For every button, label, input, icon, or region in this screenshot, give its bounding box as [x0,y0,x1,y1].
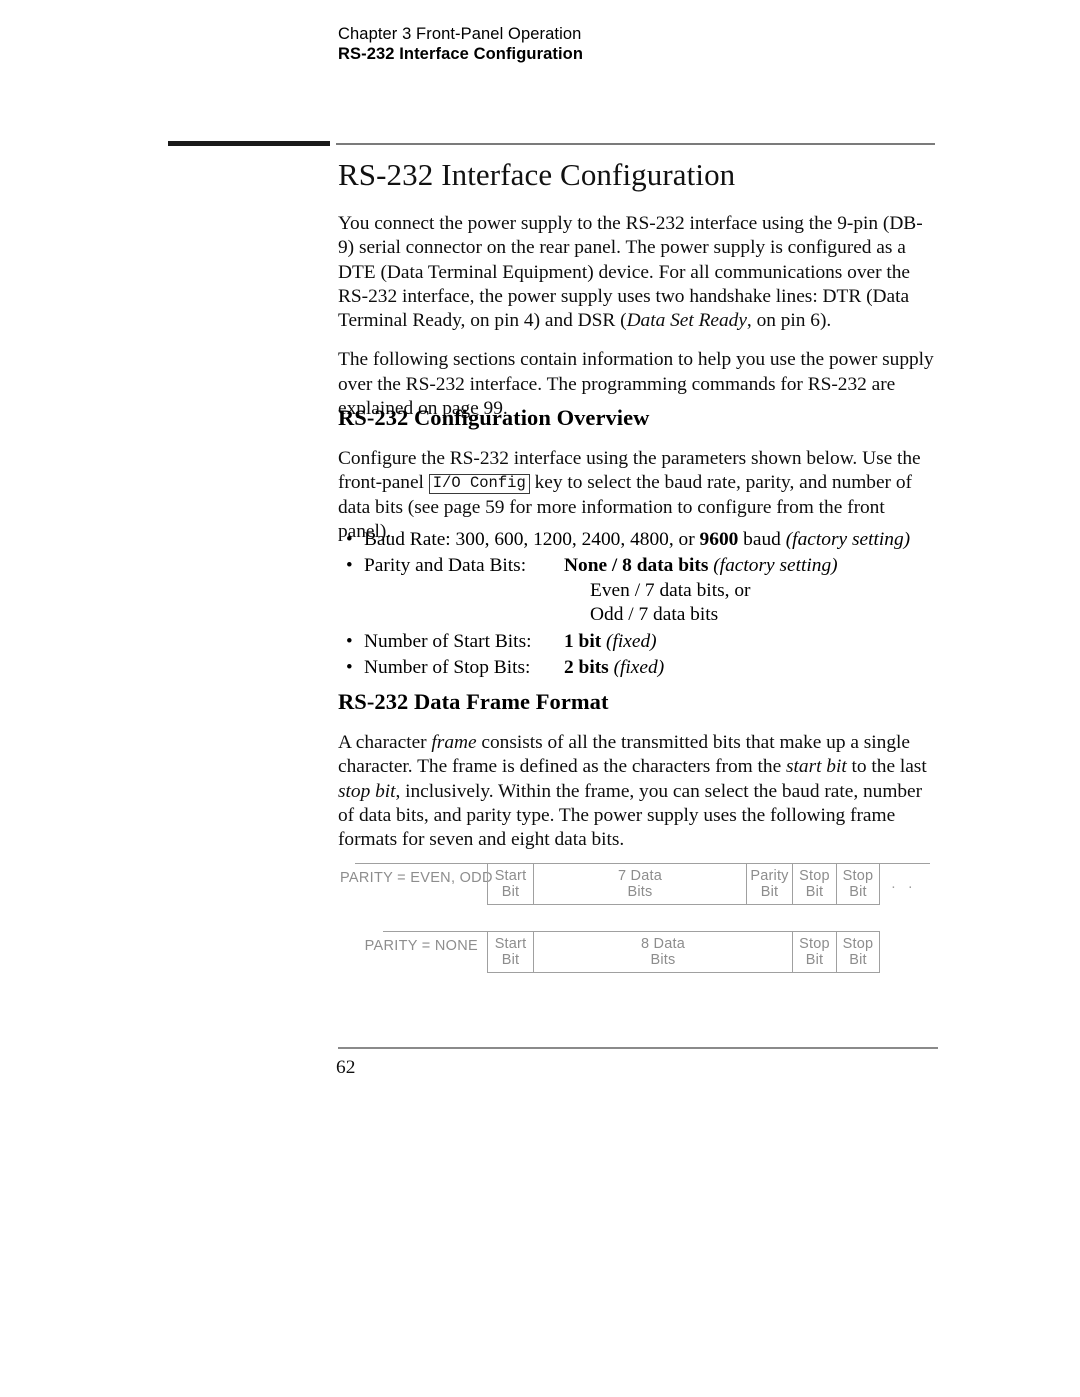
frame-cell-start-bit: Start Bit [487,931,533,973]
frame-cell-line2: Bit [760,884,779,900]
parity-option-odd: Odd / 7 data bits [590,604,719,626]
bullet-marker-icon: • [346,529,353,550]
frame-cell-stop-bit-1: Stop Bit [792,863,836,905]
start-bits-value: 1 bit [564,630,602,652]
frame-cell-line2: Bit [849,884,867,900]
stop-bits-value: 2 bits [564,657,609,679]
frame-cell-line2: Bit [805,884,824,900]
frame-cell-line1: Stop [799,936,830,952]
frame-format-heading: RS-232 Data Frame Format [338,689,609,714]
bullet-marker-icon: • [346,555,353,577]
bullet-baud-rate: • Baud Rate: 300, 600, 1200, 2400, 4800,… [338,528,948,552]
frame-row-label-even-odd: PARITY = EVEN, ODD [340,870,493,886]
footer-rule [338,1047,938,1049]
header-chapter-line: Chapter 3 Front-Panel Operation [338,25,582,43]
frame-row-label-none: PARITY = NONE [364,938,478,954]
start-bits-label: Number of Start Bits: [364,630,532,652]
frame-format-section: RS-232 Data Frame Format A character fra… [338,688,938,867]
page-number: 62 [336,1057,356,1078]
frame-em-stop-bit: stop bit [338,780,396,802]
frame-cell-line2: Bit [849,952,867,968]
frame-cell-line1: Stop [842,936,874,952]
frame-para-d: , inclusively. Within the frame, you can… [338,780,923,851]
frame-diagram-row-even-odd: PARITY = EVEN, ODD Start Bit 7 Data Bits… [340,857,940,911]
frame-cell-line1: Start [494,936,527,952]
bullet-stop-bits: • Number of Stop Bits: 2 bits (fixed) [338,656,948,680]
parity-option-even: Even / 7 data bits, or [590,579,751,601]
frame-cell-parity-bit: Parity Bit [746,863,792,905]
paragraph-frame-format: A character frame consists of all the tr… [338,731,938,852]
parity-default-value: None / 8 data bits [564,555,709,577]
overview-heading: RS-232 Configuration Overview [338,405,650,430]
baud-rate-note: (factory setting) [785,529,911,550]
frame-cell-line1: Start [494,868,527,884]
frame-cell-line1: 8 Data [641,936,685,952]
frame-em-start-bit: start bit [786,756,847,778]
title-rule-thick [168,141,330,146]
intro-section: You connect the power supply to the RS-2… [338,212,938,436]
frame-cell-stop-bit-2: Stop Bit [836,931,880,973]
bullet-start-bits: • Number of Start Bits: 1 bit (fixed) [338,630,948,654]
baud-rate-label: Baud Rate: 300, 600, 1200, 2400, 4800, o… [364,529,700,550]
stop-bits-label: Number of Stop Bits: [364,657,531,679]
parity-default-note: (factory setting) [708,555,838,577]
frame-continuation-ellipsis: · · [891,879,917,895]
frame-cell-start-bit: Start Bit [487,863,533,905]
frame-para-a: A character [338,732,432,753]
frame-lead-out-line [880,863,930,864]
baud-rate-unit: baud [738,529,786,550]
frame-em-frame: frame [431,732,477,753]
frame-cell-line1: Parity [750,868,789,884]
paragraph-intro-1: You connect the power supply to the RS-2… [338,212,938,333]
frame-cell-stop-bit-1: Stop Bit [792,931,836,973]
frame-cell-group-none: Start Bit 8 Data Bits Stop Bit Stop Bit [487,931,880,973]
frame-lead-in-line [355,863,487,864]
title-rule-thin [336,143,935,145]
frame-cell-data-bits: 7 Data Bits [533,863,746,905]
parity-label: Parity and Data Bits: [364,555,527,577]
frame-cell-line1: Stop [842,868,874,884]
document-page: Chapter 3 Front-Panel Operation RS-232 I… [0,0,1080,1397]
frame-cell-line2: Bit [501,952,520,968]
frame-diagram-row-none: PARITY = NONE Start Bit 8 Data Bits Stop… [340,925,940,975]
paragraph-intro-1-emphasis: Data Set Ready [626,310,747,332]
frame-cell-line2: Bits [650,952,676,968]
running-header: Chapter 3 Front-Panel Operation RS-232 I… [338,24,938,65]
frame-cell-line1: Stop [799,868,830,884]
paragraph-intro-1-tail: , on pin 6). [746,310,832,332]
frame-cell-line2: Bit [805,952,824,968]
bullet-parity-data-bits: • Parity and Data Bits: None / 8 data bit… [338,554,948,627]
bullet-marker-icon: • [346,657,353,679]
frame-cell-line2: Bit [501,884,520,900]
bullet-marker-icon: • [346,630,353,652]
header-section-line: RS-232 Interface Configuration [338,45,584,63]
frame-cell-group-even-odd: Start Bit 7 Data Bits Parity Bit Stop Bi… [487,863,880,905]
start-bits-note: (fixed) [601,630,657,652]
frame-para-c: to the last [846,756,927,778]
io-config-keycap[interactable]: I/O Config [428,474,530,495]
parameter-bullet-list: • Baud Rate: 300, 600, 1200, 2400, 4800,… [338,528,948,682]
stop-bits-note: (fixed) [608,657,665,679]
frame-cell-stop-bit-2: Stop Bit [836,863,880,905]
page-title: RS-232 Interface Configuration [338,157,736,192]
frame-format-diagram: PARITY = EVEN, ODD Start Bit 7 Data Bits… [340,857,940,975]
frame-cell-line2: Bits [627,884,653,900]
frame-cell-data-bits: 8 Data Bits [533,931,792,973]
baud-rate-default: 9600 [699,529,739,550]
frame-lead-in-line [383,931,487,932]
frame-cell-line1: 7 Data [618,868,662,884]
